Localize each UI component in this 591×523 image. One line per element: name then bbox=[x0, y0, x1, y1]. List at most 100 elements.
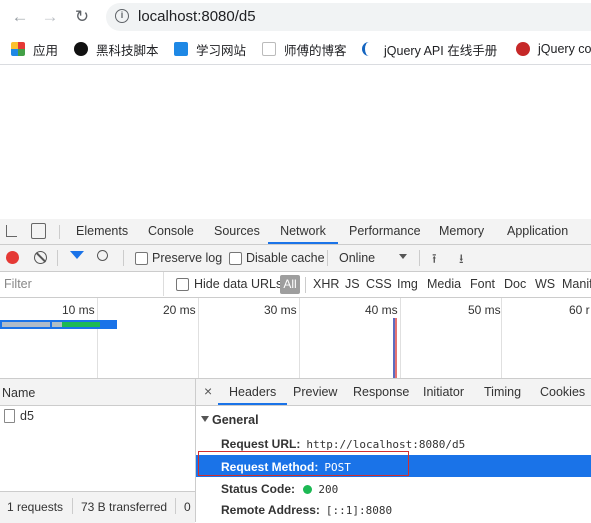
bookmark-5[interactable]: jQuery co bbox=[516, 41, 591, 57]
bookmark-3[interactable]: 师傅的博客 bbox=[262, 41, 347, 58]
divider bbox=[305, 277, 306, 293]
filter-input[interactable]: Filter bbox=[0, 272, 164, 296]
filter-placeholder: Filter bbox=[4, 277, 32, 291]
tab-console[interactable]: Console bbox=[148, 219, 194, 244]
forward-arrow-icon[interactable]: → bbox=[39, 6, 61, 28]
url-text[interactable]: localhost:8080/d5 bbox=[138, 8, 256, 25]
gridline bbox=[299, 298, 300, 378]
section-title-general[interactable]: General bbox=[212, 413, 259, 427]
reload-icon[interactable]: ↻ bbox=[71, 6, 93, 28]
inspect-element-icon[interactable] bbox=[6, 225, 17, 237]
gridline bbox=[198, 298, 199, 378]
filter-bar: Filter Hide data URLs All XHR JS CSS Img… bbox=[0, 272, 591, 298]
import-har-icon[interactable]: ⭱ bbox=[432, 250, 437, 272]
resource-size: 0 bbox=[184, 500, 191, 514]
request-method-row: Request Method: POST bbox=[221, 460, 351, 474]
filter-type-doc[interactable]: Doc bbox=[504, 277, 526, 291]
export-har-icon[interactable]: ⭳ bbox=[459, 250, 464, 272]
preserve-log-checkbox[interactable] bbox=[135, 252, 148, 265]
tab-performance[interactable]: Performance bbox=[349, 219, 421, 244]
apps-grid-icon bbox=[11, 42, 25, 56]
record-icon[interactable] bbox=[6, 251, 19, 264]
divider bbox=[57, 250, 58, 266]
jquery-icon bbox=[362, 42, 376, 56]
info-icon[interactable]: i bbox=[115, 9, 129, 23]
tab-network[interactable]: Network bbox=[268, 219, 338, 244]
bookmark-label: jQuery API 在线手册 bbox=[384, 43, 498, 58]
status-code-row: Status Code: 200 bbox=[221, 482, 338, 496]
tab-headers[interactable]: Headers bbox=[218, 379, 288, 405]
bookmark-2[interactable]: 学习网站 bbox=[174, 41, 246, 58]
page-content bbox=[0, 65, 591, 219]
bookmark-1[interactable]: 黑科技脚本 bbox=[74, 41, 159, 58]
filter-type-xhr[interactable]: XHR bbox=[313, 277, 339, 291]
hide-data-urls-label[interactable]: Hide data URLs bbox=[194, 277, 282, 291]
filter-type-all[interactable]: All bbox=[280, 275, 300, 294]
table-row[interactable]: d5 bbox=[0, 406, 195, 426]
filter-type-css[interactable]: CSS bbox=[366, 277, 392, 291]
tab-timing[interactable]: Timing bbox=[484, 385, 521, 399]
tab-sources[interactable]: Sources bbox=[214, 219, 260, 244]
preserve-log-label[interactable]: Preserve log bbox=[152, 251, 222, 265]
filter-icon[interactable] bbox=[70, 251, 84, 259]
field-value: http://localhost:8080/d5 bbox=[306, 438, 466, 451]
chevron-down-icon[interactable] bbox=[201, 416, 209, 422]
tab-elements[interactable]: Elements bbox=[76, 219, 128, 244]
gridline bbox=[501, 298, 502, 378]
tick-label: 10 ms bbox=[62, 303, 95, 317]
hide-data-urls-checkbox[interactable] bbox=[176, 278, 189, 291]
tab-application[interactable]: Application bbox=[507, 219, 568, 244]
remote-address-row: Remote Address: [::1]:8080 bbox=[221, 503, 392, 517]
filter-type-manifest[interactable]: Manif bbox=[562, 277, 591, 291]
divider bbox=[123, 250, 124, 266]
chevron-down-icon[interactable] bbox=[399, 254, 407, 259]
field-key: Remote Address: bbox=[221, 503, 320, 517]
filter-type-media[interactable]: Media bbox=[427, 277, 461, 291]
field-value: [::1]:8080 bbox=[325, 504, 393, 517]
throttle-select[interactable]: Online bbox=[339, 251, 375, 265]
status-ok-icon bbox=[303, 485, 313, 494]
timeline-overview[interactable]: 10 ms 20 ms 30 ms 40 ms 50 ms 60 r bbox=[0, 298, 591, 379]
bookmark-4[interactable]: jQuery API 在线手册 bbox=[362, 41, 498, 58]
tab-response[interactable]: Response bbox=[353, 385, 409, 399]
gridline bbox=[97, 298, 98, 378]
filter-type-ws[interactable]: WS bbox=[535, 277, 555, 291]
tab-preview[interactable]: Preview bbox=[293, 385, 337, 399]
filter-type-js[interactable]: JS bbox=[345, 277, 360, 291]
bookmark-label: 黑科技脚本 bbox=[96, 43, 159, 58]
name-column-header[interactable]: Name bbox=[2, 386, 35, 400]
bilibili-icon bbox=[174, 42, 188, 56]
divider bbox=[59, 225, 60, 239]
tab-memory[interactable]: Memory bbox=[439, 219, 484, 244]
disable-cache-label[interactable]: Disable cache bbox=[246, 251, 325, 265]
clear-icon[interactable] bbox=[34, 251, 47, 264]
load-event-marker bbox=[395, 318, 397, 378]
status-bar: 1 requests 73 B transferred 0 bbox=[0, 491, 195, 523]
tick-label: 60 r bbox=[569, 303, 590, 317]
request-list: Name d5 1 requests 73 B transferred 0 bbox=[0, 379, 196, 523]
filter-type-img[interactable]: Img bbox=[397, 277, 418, 291]
device-toolbar-icon[interactable] bbox=[31, 223, 46, 239]
field-value: POST bbox=[324, 461, 351, 474]
waterfall-bar bbox=[0, 320, 117, 329]
tab-cookies[interactable]: Cookies bbox=[540, 385, 585, 399]
filter-type-font[interactable]: Font bbox=[470, 277, 495, 291]
close-icon[interactable]: × bbox=[204, 383, 212, 399]
request-url-row: Request URL: http://localhost:8080/d5 bbox=[221, 437, 465, 451]
tick-label: 40 ms bbox=[365, 303, 398, 317]
request-name[interactable]: d5 bbox=[20, 409, 34, 423]
tick-label: 20 ms bbox=[163, 303, 196, 317]
devtools-tab-strip: Elements Console Sources Network Perform… bbox=[0, 219, 591, 245]
tick-label: 30 ms bbox=[264, 303, 297, 317]
tab-initiator[interactable]: Initiator bbox=[423, 385, 464, 399]
bookmark-apps[interactable]: 应用 bbox=[11, 41, 58, 58]
request-count: 1 requests bbox=[7, 500, 64, 514]
page-icon bbox=[262, 42, 276, 56]
back-arrow-icon[interactable]: ← bbox=[9, 6, 31, 28]
bookmark-favicon-icon bbox=[516, 42, 530, 56]
disable-cache-checkbox[interactable] bbox=[229, 252, 242, 265]
transferred-size: 73 B transferred bbox=[81, 500, 168, 514]
divider bbox=[72, 498, 73, 514]
search-icon[interactable] bbox=[97, 250, 108, 261]
gridline bbox=[400, 298, 401, 378]
